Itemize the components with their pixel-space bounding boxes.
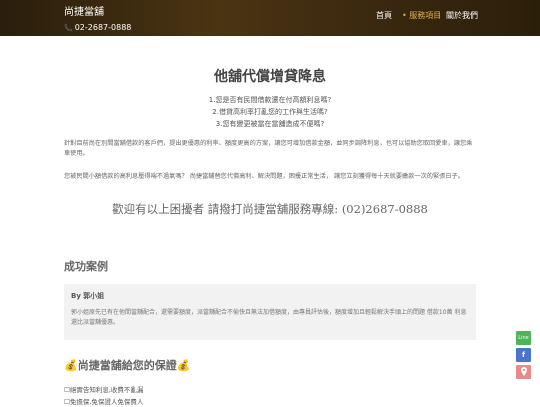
phone-icon: 📞: [64, 24, 73, 32]
nav-home[interactable]: 首頁: [376, 11, 392, 21]
question-2: 2.借貸高利率打亂您的工作與生活嗎?: [212, 108, 328, 116]
nav-services-label: 服務項目: [409, 11, 442, 20]
case-text: 郭小姐原先已有在他間當舖配合，還需要額度，派當舖配合不偷快且無法加借額度，由專員…: [71, 309, 467, 326]
header-phone[interactable]: 📞 02-2687-0888: [64, 23, 131, 33]
question-1: 1.您是否有民間借款還在付高額利息嗎?: [208, 96, 332, 104]
guarantee-title: 💰尚捷當舖給您的保證💰: [64, 359, 191, 372]
problem-paragraph: 您被民間小額借款的高利息壓得喘不過氣嗎？ 尚捷當舖替您代償高利、解決問題，困擾正…: [64, 173, 464, 180]
site-brand[interactable]: 尚捷當舖: [64, 7, 104, 18]
case-author-prefix: By: [71, 292, 81, 300]
facebook-button[interactable]: f: [516, 348, 531, 362]
intro-paragraph: 針對目前尚在別間當舖借款的客戶們，提出更優惠的利率、額度更高的方案，讓您可增加借…: [64, 140, 473, 157]
cases-title: 成功案例: [64, 260, 108, 273]
page-title: 他舖代償增貸降息: [214, 69, 326, 85]
site-header: 尚捷當舖 📞 02-2687-0888 首頁 • 服務項目 關於我們: [0, 0, 540, 36]
nav-services[interactable]: • 服務項目: [402, 11, 441, 21]
map-pin-icon: [520, 367, 527, 376]
line-button[interactable]: Line: [516, 331, 531, 345]
guarantee-item-2: ☐免擔保,免保證人免保費人: [64, 398, 144, 406]
case-card: By 郭小姐 郭小姐原先已有在他間當舖配合，還需要額度，派當舖配合不偷快且無法加…: [64, 284, 476, 340]
map-button[interactable]: [516, 365, 531, 379]
header-phone-number: 02-2687-0888: [74, 23, 132, 32]
case-author: By 郭小姐: [71, 292, 104, 301]
guarantee-item-1: ☐絕實告知利息,收費不亂漏: [64, 386, 144, 394]
call-to-action: 歡迎有以上困擾者 請撥打尚捷當舖服務專線: (02)2687-0888: [112, 202, 428, 216]
case-author-name: 郭小姐: [83, 292, 105, 300]
nav-about[interactable]: 關於我們: [446, 11, 478, 21]
question-3: 3.您有變更被當在當舖造成不便嗎?: [215, 120, 325, 128]
